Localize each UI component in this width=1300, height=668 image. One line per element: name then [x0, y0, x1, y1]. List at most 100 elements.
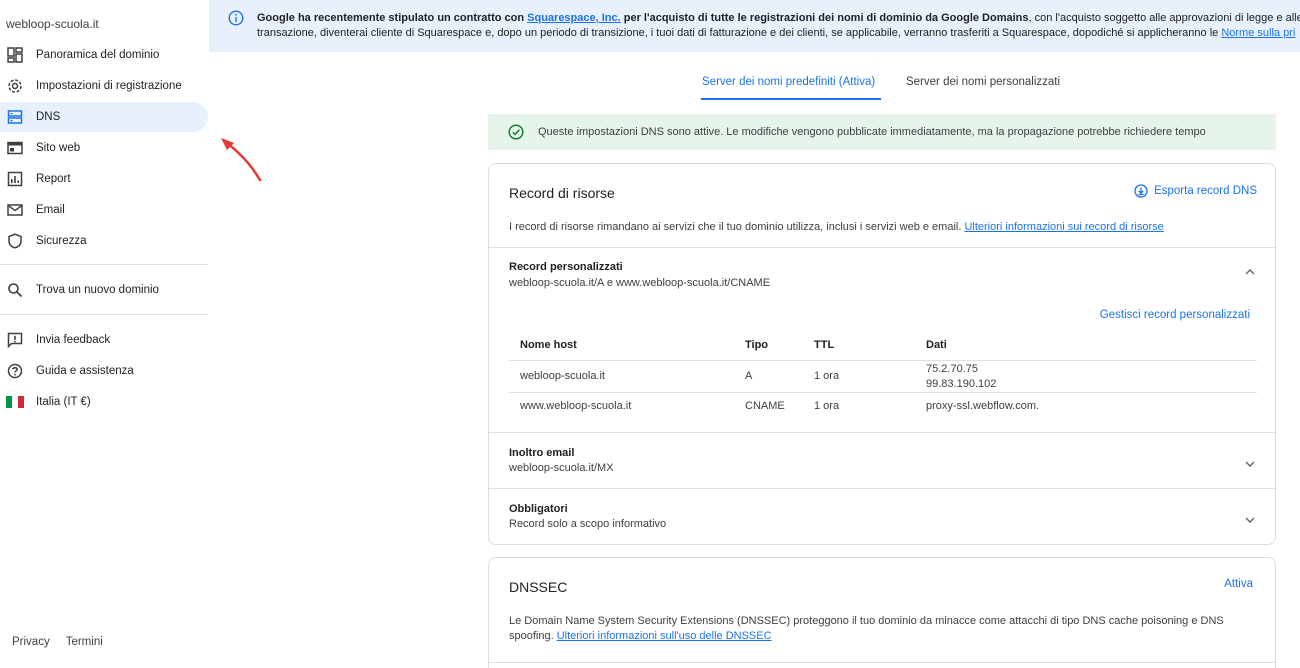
email-forwarding-subtitle: webloop-scuola.it/MX [509, 462, 614, 474]
tab-default-nameservers[interactable]: Server dei nomi predefiniti (Attiva) [702, 76, 875, 88]
sidebar-item-find-domain[interactable]: Trova un nuovo dominio [0, 275, 208, 305]
sidebar-item-email[interactable]: Email [0, 195, 208, 225]
dns-active-notice: Queste impostazioni DNS sono attive. Le … [488, 114, 1276, 150]
domain-name: webloop-scuola.it [6, 17, 99, 31]
sidebar-divider [0, 314, 208, 315]
sidebar-item-label: Trova un nuovo dominio [36, 284, 159, 296]
shield-icon [6, 232, 24, 250]
banner-plain-text: , con l'acquisto soggetto alle approvazi… [1028, 12, 1300, 24]
sidebar-item-label: DNS [36, 111, 61, 123]
check-circle-icon [508, 124, 524, 140]
table-cell-type: CNAME [745, 400, 785, 412]
chevron-down-icon[interactable] [1243, 457, 1257, 471]
sidebar-item-overview[interactable]: Panoramica del dominio [0, 40, 208, 70]
column-header-host: Nome host [520, 339, 577, 351]
sidebar-item-security[interactable]: Sicurezza [0, 226, 208, 256]
resource-records-title: Record di risorse [509, 185, 615, 201]
manage-custom-records-button[interactable]: Gestisci record personalizzati [1100, 309, 1250, 321]
section-divider [489, 488, 1275, 489]
italy-flag-icon [6, 393, 24, 411]
banner-text: Google ha recentemente stipulato un cont… [257, 11, 1300, 41]
search-icon [6, 281, 24, 299]
table-divider [509, 360, 1257, 361]
data-value: 75.2.70.75 [926, 363, 978, 375]
sidebar-item-label: Sicurezza [36, 235, 87, 247]
table-cell-data: proxy-ssl.webflow.com. [926, 400, 1040, 412]
dnssec-desc-line: spoofing. [509, 630, 557, 642]
tab-custom-nameservers[interactable]: Server dei nomi personalizzati [906, 76, 1060, 88]
tab-active-indicator [701, 98, 881, 100]
custom-records-subtitle: webloop-scuola.it/A e www.webloop-scuola… [509, 277, 771, 289]
section-divider [489, 247, 1275, 248]
sidebar-item-label: Invia feedback [36, 334, 111, 346]
table-divider [509, 392, 1257, 393]
dnssec-title: DNSSEC [509, 579, 568, 595]
info-icon [228, 10, 244, 26]
dnssec-info-link[interactable]: Ulteriori informazioni sull'uso delle DN… [557, 630, 772, 642]
dnssec-activate-button[interactable]: Attiva [1224, 578, 1253, 590]
sidebar-item-region[interactable]: Italia (IT €) [0, 387, 208, 417]
required-records-title: Obbligatori [509, 503, 568, 515]
sidebar-item-label: Sito web [36, 142, 81, 154]
sidebar-divider [0, 264, 208, 265]
sidebar-item-label: Email [36, 204, 65, 216]
dnssec-desc: Le Domain Name System Security Extension… [509, 614, 1249, 644]
table-cell-ttl: 1 ora [814, 370, 840, 382]
table-cell-ttl: 1 ora [814, 400, 840, 412]
section-divider [489, 432, 1275, 433]
web-icon [6, 139, 24, 157]
section-divider [489, 662, 1275, 663]
resource-records-info-link[interactable]: Ulteriori informazioni sui record di ris… [964, 221, 1163, 233]
column-header-data: Dati [926, 339, 947, 351]
squarespace-banner: Google ha recentemente stipulato un cont… [209, 0, 1300, 52]
red-annotation-arrow-icon [221, 138, 262, 182]
email-forwarding-title: Inoltro email [509, 447, 575, 459]
sidebar-item-dns[interactable]: DNS [0, 102, 208, 132]
column-header-type: Tipo [745, 339, 769, 351]
column-header-ttl: TTL [814, 339, 835, 351]
resource-records-card: Record di risorse Esporta record DNS I r… [488, 163, 1276, 545]
report-icon [6, 170, 24, 188]
sidebar-item-help[interactable]: Guida e assistenza [0, 356, 208, 386]
custom-records-title: Record personalizzati [509, 261, 623, 273]
export-dns-label: Esporta record DNS [1154, 185, 1257, 197]
required-records-subtitle: Record solo a scopo informativo [509, 518, 667, 530]
help-icon [6, 362, 24, 380]
email-icon [6, 201, 24, 219]
sidebar-item-report[interactable]: Report [0, 164, 208, 194]
sidebar-item-label: Guida e assistenza [36, 365, 134, 377]
banner-bold-text: Google ha recentemente stipulato un cont… [257, 12, 528, 24]
sidebar-item-registration[interactable]: Impostazioni di registrazione [0, 71, 208, 101]
download-icon [1134, 184, 1148, 198]
sidebar-item-label: Panoramica del dominio [36, 49, 160, 61]
banner-plain-text: transazione, diventerai cliente di Squar… [257, 27, 1222, 39]
privacy-link[interactable]: Privacy [12, 636, 50, 648]
sidebar-item-label: Italia (IT €) [36, 396, 91, 408]
dnssec-desc-line: Le Domain Name System Security Extension… [509, 615, 1224, 627]
privacy-policy-link[interactable]: Norme sulla pri [1221, 27, 1295, 39]
table-cell-host: webloop-scuola.it [520, 370, 605, 382]
feedback-icon [6, 331, 24, 349]
dns-icon [6, 108, 24, 126]
table-cell-host: www.webloop-scuola.it [520, 400, 632, 412]
sidebar-item-label: Impostazioni di registrazione [36, 80, 182, 92]
resource-records-desc: I record di risorse rimandano ai servizi… [509, 220, 1164, 235]
table-cell-data: 75.2.70.75 99.83.190.102 [926, 362, 996, 392]
table-cell-type: A [745, 370, 753, 382]
gear-icon [6, 77, 24, 95]
sidebar-item-feedback[interactable]: Invia feedback [0, 325, 208, 355]
sidebar-footer: Privacy Termini [12, 636, 103, 648]
squarespace-link[interactable]: Squarespace, Inc. [527, 12, 621, 24]
sidebar: webloop-scuola.it Panoramica del dominio… [0, 0, 209, 668]
dnssec-card: DNSSEC Attiva Le Domain Name System Secu… [488, 557, 1276, 668]
dashboard-icon [6, 46, 24, 64]
sidebar-item-label: Report [36, 173, 71, 185]
dns-active-message: Queste impostazioni DNS sono attive. Le … [538, 126, 1206, 138]
banner-bold-text: per l'acquisto di tutte le registrazioni… [620, 12, 1029, 24]
chevron-down-icon[interactable] [1243, 513, 1257, 527]
terms-link[interactable]: Termini [66, 636, 103, 648]
chevron-up-icon[interactable] [1243, 265, 1257, 279]
data-value: 99.83.190.102 [926, 378, 997, 390]
export-dns-button[interactable]: Esporta record DNS [1134, 184, 1257, 198]
sidebar-item-website[interactable]: Sito web [0, 133, 208, 163]
